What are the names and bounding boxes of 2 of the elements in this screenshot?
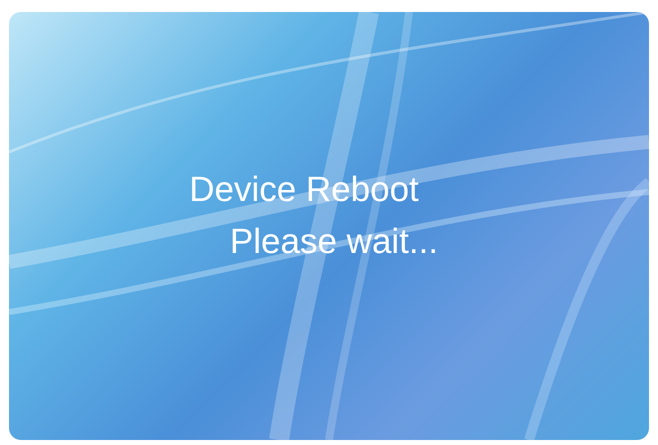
- reboot-title: Device Reboot: [189, 169, 419, 211]
- wait-message: Please wait...: [230, 221, 438, 263]
